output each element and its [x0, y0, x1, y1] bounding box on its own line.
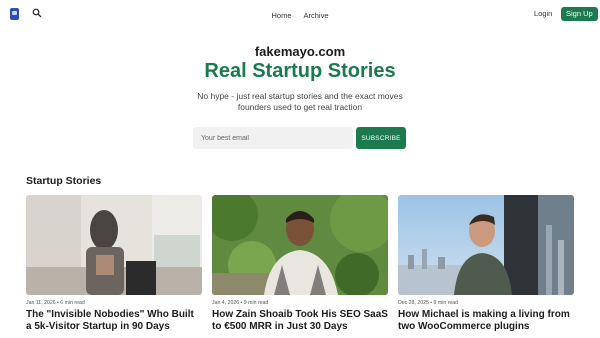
story-photo-1	[26, 195, 202, 295]
hero-headline: Real Startup Stories	[204, 60, 396, 82]
top-nav: Home Archive Login Sign Up	[0, 0, 600, 30]
story-card[interactable]: Jan 11, 2026 • 6 min read The "Invisible…	[26, 195, 202, 338]
login-link[interactable]: Login	[534, 9, 552, 18]
signup-button[interactable]: Sign Up	[561, 7, 598, 21]
nav-links: Home Archive	[0, 0, 600, 30]
story-meta: Jan 11, 2026 • 6 min read	[26, 300, 85, 306]
section-title: Startup Stories	[26, 175, 102, 187]
hero-subline-line-1: No hype - just real startup stories and …	[197, 91, 403, 101]
story-title[interactable]: The "Invisible Nobodies" Who Built a 5k-…	[26, 309, 202, 333]
story-title[interactable]: How Michael is making a living from two …	[398, 309, 574, 333]
newsletter-form: SUBSCRIBE	[193, 127, 406, 149]
story-meta: Jan 4, 2026 • 9 min read	[212, 300, 269, 306]
story-image[interactable]	[26, 195, 202, 295]
story-image[interactable]	[398, 195, 574, 295]
subscribe-button[interactable]: SUBSCRIBE	[356, 127, 406, 149]
story-card[interactable]: Dec 28, 2025 • 9 min read How Michael is…	[398, 195, 574, 338]
email-input[interactable]	[193, 127, 353, 149]
nav-link-home[interactable]: Home	[271, 11, 291, 20]
site-name: fakemayo.com	[254, 44, 346, 59]
story-title[interactable]: How Zain Shoaib Took His SEO SaaS to €50…	[212, 309, 388, 333]
story-meta: Dec 28, 2025 • 9 min read	[398, 300, 459, 306]
nav-link-archive[interactable]: Archive	[304, 11, 329, 20]
story-photo-2	[212, 195, 388, 295]
hero-subline-line-2: founders used to get real traction	[237, 102, 363, 112]
story-card[interactable]: Jan 4, 2026 • 9 min read How Zain Shoaib…	[212, 195, 388, 338]
story-photo-3	[398, 195, 574, 295]
hero-subline: No hype - just real startup stories and …	[0, 91, 600, 113]
story-image[interactable]	[212, 195, 388, 295]
